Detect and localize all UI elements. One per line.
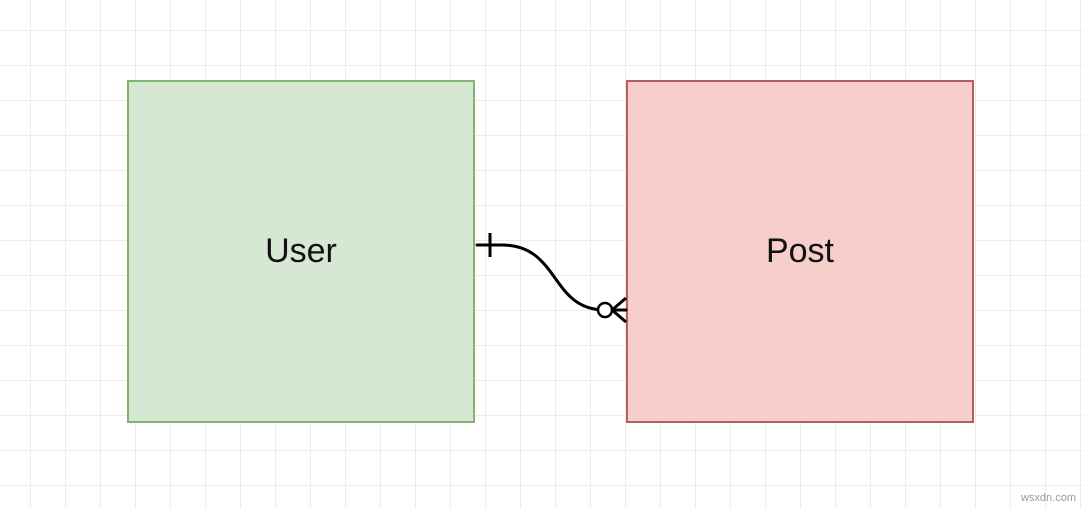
entity-user-label: User [265, 232, 337, 271]
entity-user-box[interactable]: User [127, 80, 475, 423]
watermark-text: wsxdn.com [1021, 492, 1076, 504]
entity-post-box[interactable]: Post [626, 80, 974, 423]
entity-post-label: Post [766, 232, 834, 271]
